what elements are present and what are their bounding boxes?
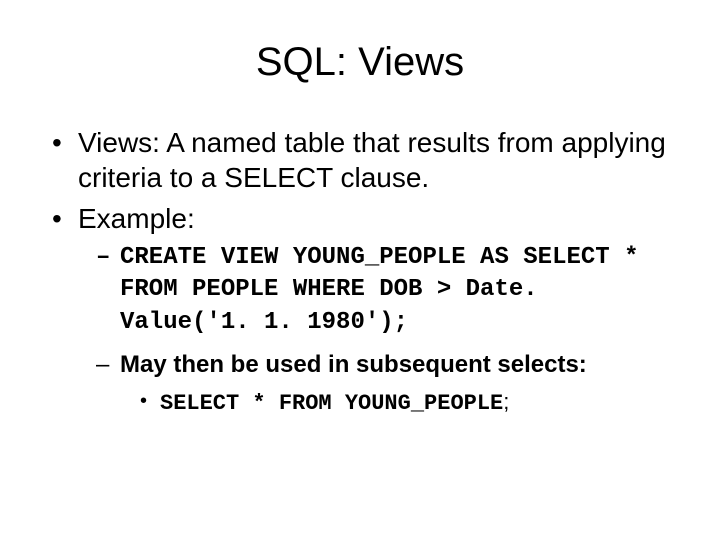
bullet-example: Example: CREATE VIEW YOUNG_PEOPLE AS SEL… (50, 201, 670, 418)
bullet-list: Views: A named table that results from a… (50, 125, 670, 418)
select-example-code: SELECT * FROM YOUNG_PEOPLE (160, 391, 503, 416)
slide: SQL: Views Views: A named table that res… (0, 0, 720, 540)
create-view-code: CREATE VIEW YOUNG_PEOPLE AS SELECT * FRO… (96, 242, 670, 339)
example-sublist: CREATE VIEW YOUNG_PEOPLE AS SELECT * FRO… (78, 242, 670, 418)
slide-title: SQL: Views (50, 40, 670, 85)
subsequent-selects-text: May then be used in subsequent selects: (120, 351, 587, 378)
bullet-example-label: Example: (78, 203, 195, 234)
subsequent-selects-note: May then be used in subsequent selects: … (96, 349, 670, 418)
select-example: SELECT * FROM YOUNG_PEOPLE; (138, 388, 670, 419)
select-example-semicolon: ; (503, 389, 509, 414)
bullet-views-definition: Views: A named table that results from a… (50, 125, 670, 195)
select-sublist: SELECT * FROM YOUNG_PEOPLE; (120, 388, 670, 419)
